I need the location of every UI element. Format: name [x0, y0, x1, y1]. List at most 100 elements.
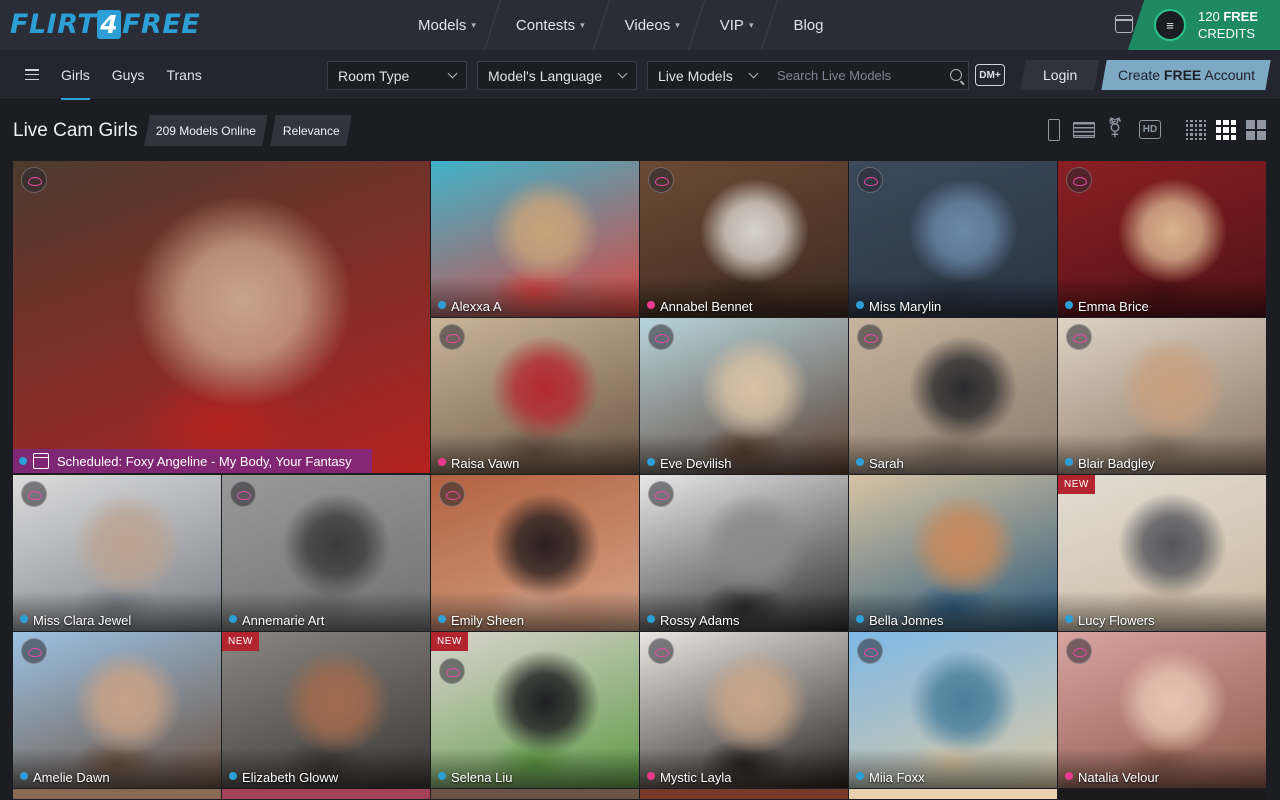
model-tile[interactable]	[13, 789, 222, 800]
model-name: Bella Jonnes	[869, 613, 944, 628]
model-tile[interactable]: Annabel Bennet	[640, 161, 849, 318]
hd-filter-icon[interactable]: HD	[1139, 120, 1161, 139]
model-tile[interactable]: Miia Foxx	[849, 632, 1058, 789]
hamburger-menu-icon[interactable]	[25, 69, 39, 81]
small-grid-icon[interactable]	[1186, 120, 1206, 140]
search-input[interactable]	[777, 68, 937, 83]
model-tile[interactable]	[1058, 789, 1267, 800]
page-title: Live Cam Girls	[13, 120, 138, 141]
tab-trans[interactable]: Trans	[166, 50, 201, 100]
status-dot	[856, 301, 864, 309]
transgender-filter-icon[interactable]: ⚧	[1107, 119, 1127, 141]
status-dot	[229, 615, 237, 623]
search-icon[interactable]	[950, 69, 962, 81]
status-dot	[438, 772, 446, 780]
dm-plus-icon[interactable]: DM+	[975, 64, 1005, 86]
status-dot	[647, 772, 655, 780]
status-dot	[1065, 615, 1073, 623]
model-tile[interactable]	[431, 789, 640, 800]
scheduled-title: Foxy Angeline - My Body, Your Fantasy	[125, 453, 352, 469]
model-name: Emily Sheen	[451, 613, 524, 628]
model-tile[interactable]: Miss Marylin	[849, 161, 1058, 318]
nav-item-label: Contests	[515, 16, 576, 34]
model-tile[interactable]: Sarah	[849, 318, 1058, 475]
model-name: Mystic Layla	[660, 770, 732, 785]
model-tile[interactable]: Alexxa A	[431, 161, 640, 318]
featured-model-tile[interactable]: Scheduled: Foxy Angeline - My Body, Your…	[13, 161, 431, 474]
interactive-toy-icon	[857, 167, 883, 193]
model-name: Sarah	[869, 456, 904, 471]
model-tile[interactable]: Emma Brice	[1058, 161, 1267, 318]
model-tile[interactable]	[849, 789, 1058, 800]
nav-item-blog[interactable]: Blog	[773, 0, 843, 50]
new-badge: NEW	[1058, 475, 1095, 494]
live-models-dropdown[interactable]: Live Models	[647, 61, 768, 90]
room-type-label: Room Type	[338, 67, 410, 84]
model-name: Amelie Dawn	[33, 770, 110, 785]
chevron-down-icon	[748, 68, 759, 79]
scheduled-label: Scheduled:	[57, 453, 123, 469]
create-account-button[interactable]: Create FREE Account	[1101, 60, 1271, 90]
model-tile[interactable]: Miss Clara Jewel	[13, 475, 222, 632]
logo-text-mid: 4	[97, 9, 122, 39]
mobile-filter-icon[interactable]	[1048, 119, 1060, 141]
tab-girls[interactable]: Girls	[61, 50, 90, 100]
model-name: Annabel Bennet	[660, 299, 753, 314]
model-tile[interactable]: NEW Selena Liu	[431, 632, 640, 789]
tab-guys[interactable]: Guys	[112, 50, 145, 100]
nav-item-videos[interactable]: Videos ▾	[605, 0, 700, 50]
login-button[interactable]: Login	[1020, 60, 1100, 90]
site-logo[interactable]: FLIRT 4 FREE	[10, 8, 200, 40]
interactive-toy-icon	[21, 167, 47, 193]
credits-label: CREDITS	[1198, 26, 1256, 41]
model-name: Eve Devilish	[660, 456, 732, 471]
status-dot	[229, 772, 237, 780]
model-tile[interactable]: NEW Elizabeth Gloww	[222, 632, 431, 789]
nav-item-contests[interactable]: Contests ▾	[496, 0, 605, 50]
scheduled-show-banner[interactable]: Scheduled: Foxy Angeline - My Body, Your…	[13, 449, 372, 473]
model-tile[interactable]: Rossy Adams	[640, 475, 849, 632]
model-tile[interactable]: Blair Badgley	[1058, 318, 1267, 475]
model-tile[interactable]: NEW Lucy Flowers	[1058, 475, 1267, 632]
language-dropdown[interactable]: Model's Language	[477, 61, 637, 90]
credits-free: FREE	[1223, 9, 1258, 24]
chevron-down-icon: ▾	[748, 19, 754, 30]
sort-label: Relevance	[282, 123, 340, 138]
interactive-toy-icon	[857, 324, 883, 350]
login-label: Login	[1042, 67, 1078, 83]
status-dot	[438, 301, 446, 309]
coins-icon: ≡	[1154, 9, 1186, 41]
model-tile[interactable]: Annemarie Art	[222, 475, 431, 632]
room-type-dropdown[interactable]: Room Type	[327, 61, 467, 90]
model-tile[interactable]: Bella Jonnes	[849, 475, 1058, 632]
calendar-icon[interactable]	[1115, 15, 1133, 33]
model-tile[interactable]	[222, 789, 431, 800]
sort-relevance-button[interactable]: Relevance	[270, 115, 352, 146]
chevron-down-icon: ▾	[675, 19, 680, 30]
medium-grid-icon[interactable]	[1216, 120, 1236, 140]
status-dot	[438, 615, 446, 623]
nav-item-models[interactable]: Models ▾	[398, 0, 496, 50]
interactive-toy-icon	[648, 481, 674, 507]
credits-button[interactable]: ≡ 120 FREE CREDITS	[1148, 0, 1280, 50]
model-tile[interactable]: Natalia Velour	[1058, 632, 1267, 789]
nav-item-label: Blog	[793, 16, 824, 34]
model-tile[interactable]	[640, 789, 849, 800]
model-tile[interactable]: Amelie Dawn	[13, 632, 222, 789]
calendar-icon	[33, 453, 49, 469]
list-view-icon[interactable]	[1073, 122, 1095, 138]
logo-text-left: FLIRT	[10, 8, 97, 40]
gender-tabs: Girls Guys Trans	[61, 50, 224, 100]
model-name: Annemarie Art	[242, 613, 325, 628]
model-tile[interactable]: Eve Devilish	[640, 318, 849, 475]
interactive-toy-icon	[230, 481, 256, 507]
create-account-post: Account	[1200, 67, 1255, 83]
interactive-toy-icon	[1066, 638, 1092, 664]
model-tile[interactable]: Mystic Layla	[640, 632, 849, 789]
model-name: Alexxa A	[451, 299, 502, 314]
model-tile[interactable]: Emily Sheen	[431, 475, 640, 632]
large-grid-icon[interactable]	[1246, 120, 1266, 140]
interactive-toy-icon	[648, 638, 674, 664]
model-tile[interactable]: Raisa Vawn	[431, 318, 640, 475]
interactive-toy-icon	[439, 324, 465, 350]
